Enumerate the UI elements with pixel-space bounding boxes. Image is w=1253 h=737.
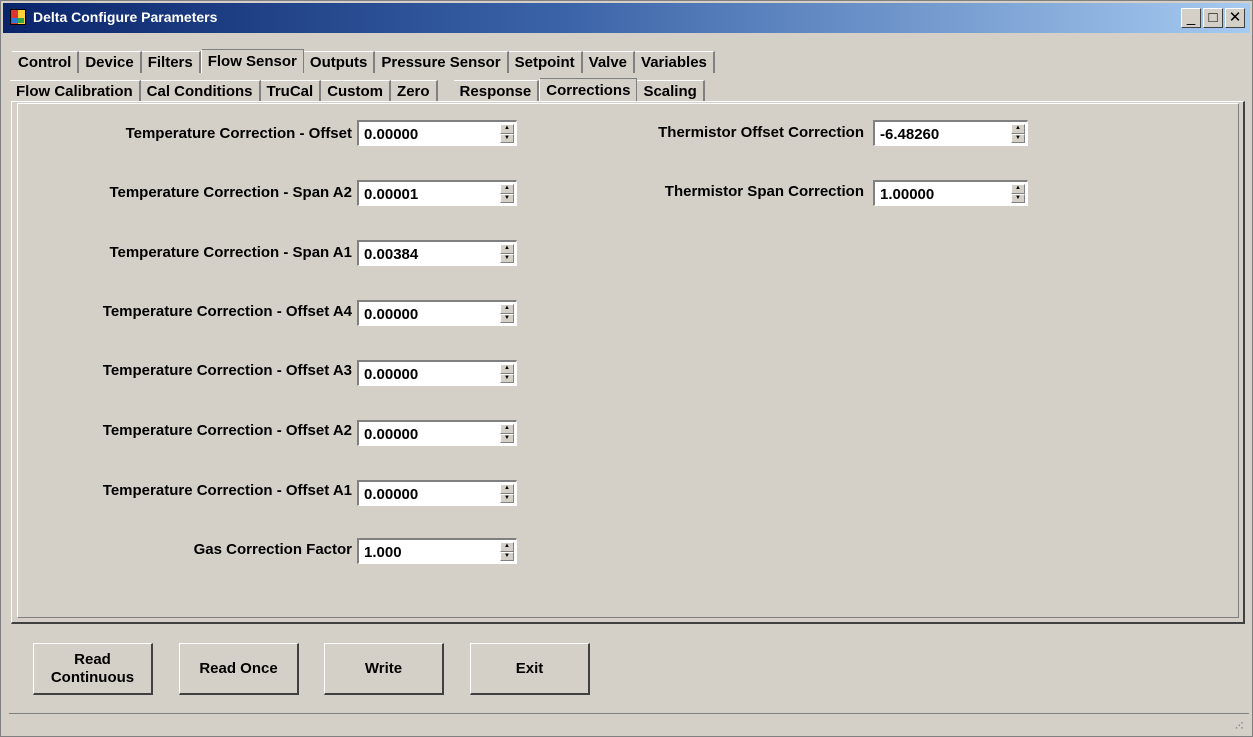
spin-up-icon[interactable]: ▲ (500, 364, 514, 374)
gas-correction-factor-field[interactable]: 1.000 ▲ ▼ (357, 538, 517, 564)
spin-up-icon[interactable]: ▲ (1011, 184, 1025, 194)
thermistor-span-correction-label: Thermistor Span Correction (664, 183, 864, 200)
field-value: -6.48260 (880, 126, 940, 143)
spin-down-icon[interactable]: ▼ (500, 551, 514, 561)
tab-device[interactable]: Device (79, 51, 142, 73)
subtab-custom[interactable]: Custom (321, 80, 392, 102)
tab-control[interactable]: Control (12, 51, 80, 73)
temp-correction-offset-a1-label: Temperature Correction - Offset A1 (102, 482, 352, 499)
spin-up-icon[interactable]: ▲ (500, 542, 514, 552)
read-continuous-line1: Read (74, 650, 111, 668)
temp-correction-offset-a4-label: Temperature Correction - Offset A4 (102, 303, 352, 320)
temp-correction-span-a1-field[interactable]: 0.00384 ▲ ▼ (357, 240, 517, 266)
spin-up-icon[interactable]: ▲ (500, 184, 514, 194)
tab-outputs[interactable]: Outputs (303, 51, 376, 73)
resize-grip-icon[interactable]: ⠠⠪ (1232, 721, 1244, 732)
thermistor-offset-correction-field[interactable]: -6.48260 ▲ ▼ (873, 120, 1028, 146)
tab-variables[interactable]: Variables (635, 51, 715, 73)
spin-down-icon[interactable]: ▼ (500, 493, 514, 503)
read-continuous-label: Read Continuous (51, 651, 134, 687)
subtab-flow-calibration[interactable]: Flow Calibration (10, 80, 141, 102)
subtab-trucal[interactable]: TruCal (260, 80, 322, 102)
spin-up-icon[interactable]: ▲ (500, 424, 514, 434)
subtab-scaling[interactable]: Scaling (637, 80, 705, 102)
subtab-response[interactable]: Response (453, 80, 540, 102)
read-continuous-line2: Continuous (50, 668, 135, 686)
field-value: 0.00000 (364, 366, 419, 383)
spin-down-icon[interactable]: ▼ (1011, 133, 1025, 143)
subtab-corrections[interactable]: Corrections (539, 78, 638, 102)
thermistor-offset-correction-label: Thermistor Offset Correction (658, 124, 864, 141)
field-value: 0.00000 (364, 126, 419, 143)
spin-down-icon[interactable]: ▼ (500, 193, 514, 203)
tab-setpoint[interactable]: Setpoint (508, 51, 583, 73)
temp-correction-offset-a3-field[interactable]: 0.00000 ▲ ▼ (357, 360, 517, 386)
spin-down-icon[interactable]: ▼ (500, 433, 514, 443)
window-title: Delta Configure Parameters (33, 9, 218, 25)
gas-correction-factor-label: Gas Correction Factor (193, 541, 352, 558)
read-once-button[interactable]: Read Once (179, 643, 299, 695)
tab-pressure-sensor[interactable]: Pressure Sensor (375, 51, 509, 73)
temp-correction-offset-a2-label: Temperature Correction - Offset A2 (102, 422, 352, 439)
subtab-zero[interactable]: Zero (391, 80, 438, 102)
spin-up-icon[interactable]: ▲ (500, 304, 514, 314)
status-bar: ⠠⠪ (9, 713, 1249, 735)
field-value: 0.00000 (364, 306, 419, 323)
spin-down-icon[interactable]: ▼ (500, 373, 514, 383)
app-icon (10, 9, 26, 25)
spin-down-icon[interactable]: ▼ (1011, 193, 1025, 203)
title-bar: Delta Configure Parameters _ □ ✕ (3, 3, 1250, 33)
sub-tab-strip: Flow Calibration Cal Conditions TruCal C… (10, 78, 705, 102)
close-button[interactable]: ✕ (1225, 8, 1245, 28)
thermistor-span-correction-field[interactable]: 1.00000 ▲ ▼ (873, 180, 1028, 206)
field-value: 0.00001 (364, 186, 419, 203)
spin-up-icon[interactable]: ▲ (1011, 124, 1025, 134)
temp-correction-offset-field[interactable]: 0.00000 ▲ ▼ (357, 120, 517, 146)
tab-filters[interactable]: Filters (141, 51, 201, 73)
field-value: 1.000 (364, 544, 402, 561)
app-window: Delta Configure Parameters _ □ ✕ Control… (0, 0, 1253, 737)
spin-up-icon[interactable]: ▲ (500, 124, 514, 134)
tab-flow-sensor[interactable]: Flow Sensor (200, 49, 304, 73)
temp-correction-offset-a1-field[interactable]: 0.00000 ▲ ▼ (357, 480, 517, 506)
field-value: 0.00000 (364, 426, 419, 443)
spin-up-icon[interactable]: ▲ (500, 484, 514, 494)
temp-correction-span-a2-field[interactable]: 0.00001 ▲ ▼ (357, 180, 517, 206)
read-continuous-button[interactable]: Read Continuous (33, 643, 153, 695)
temp-correction-offset-a4-field[interactable]: 0.00000 ▲ ▼ (357, 300, 517, 326)
field-value: 0.00384 (364, 246, 419, 263)
spin-down-icon[interactable]: ▼ (500, 133, 514, 143)
exit-button[interactable]: Exit (470, 643, 590, 695)
window-controls: _ □ ✕ (1181, 8, 1245, 28)
write-button[interactable]: Write (324, 643, 444, 695)
tab-valve[interactable]: Valve (582, 51, 636, 73)
minimize-button[interactable]: _ (1181, 8, 1201, 28)
subtab-cal-conditions[interactable]: Cal Conditions (140, 80, 261, 102)
maximize-button[interactable]: □ (1203, 8, 1223, 28)
temp-correction-offset-a2-field[interactable]: 0.00000 ▲ ▼ (357, 420, 517, 446)
temp-correction-span-a1-label: Temperature Correction - Span A1 (109, 244, 352, 261)
field-value: 1.00000 (880, 186, 935, 203)
temp-correction-offset-a3-label: Temperature Correction - Offset A3 (102, 362, 352, 379)
temp-correction-span-a2-label: Temperature Correction - Span A2 (109, 184, 352, 201)
spin-down-icon[interactable]: ▼ (500, 313, 514, 323)
spin-down-icon[interactable]: ▼ (500, 253, 514, 263)
main-tab-strip: Control Device Filters Flow Sensor Outpu… (12, 49, 715, 73)
field-value: 0.00000 (364, 486, 419, 503)
spin-up-icon[interactable]: ▲ (500, 244, 514, 254)
temp-correction-offset-label: Temperature Correction - Offset (125, 125, 352, 142)
